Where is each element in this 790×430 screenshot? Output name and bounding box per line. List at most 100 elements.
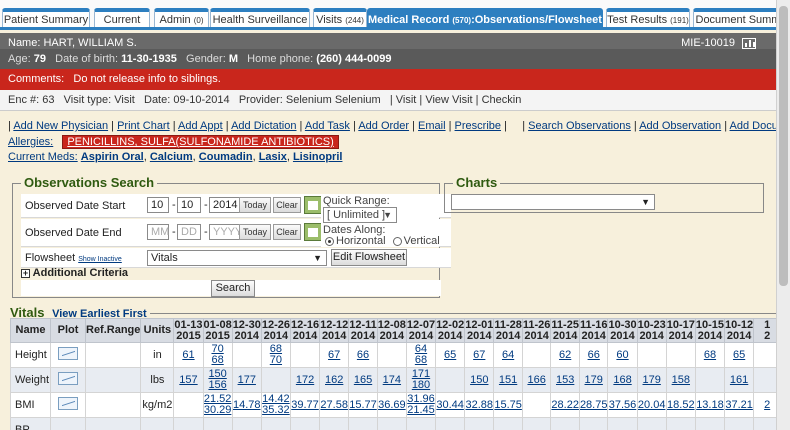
vital-value-link[interactable]: 180 bbox=[407, 380, 434, 391]
vital-value-link[interactable]: 66 bbox=[580, 349, 607, 361]
med-lasix[interactable]: Lasix bbox=[259, 151, 287, 163]
vital-value-link[interactable]: 14.78 bbox=[233, 399, 260, 411]
date-col-header[interactable]: 11-16 2014 bbox=[578, 318, 609, 343]
additional-criteria-row[interactable]: + Additional Criteria bbox=[21, 267, 451, 280]
vital-value-link[interactable]: 20.04 bbox=[638, 399, 665, 411]
vital-value-link[interactable]: 36.69 bbox=[378, 399, 405, 411]
vital-value-link[interactable]: 61 bbox=[175, 349, 202, 361]
vital-value-link[interactable]: 68 bbox=[407, 355, 434, 366]
date-col-header[interactable]: 10-17 2014 bbox=[665, 318, 696, 343]
date-col-header[interactable]: 12-16 2014 bbox=[289, 318, 321, 343]
vital-value-link[interactable]: 67 bbox=[466, 349, 493, 361]
line-chart-icon[interactable] bbox=[58, 372, 78, 385]
start-today-button[interactable]: Today bbox=[239, 197, 271, 213]
allergies-value[interactable]: PENICILLINS, SULFA(SULFONAMIDE ANTIBIOTI… bbox=[62, 135, 339, 149]
action-link-add-observation[interactable]: Add Observation bbox=[639, 120, 721, 132]
vital-value-link[interactable]: 64 bbox=[495, 349, 522, 361]
vital-value-link[interactable]: 66 bbox=[350, 349, 377, 361]
tab-visits[interactable]: Visits (244) bbox=[313, 8, 367, 27]
horizontal-radio[interactable] bbox=[325, 236, 334, 246]
action-link-add-dictation[interactable]: Add Dictation bbox=[231, 120, 296, 132]
vital-value-link[interactable]: 65 bbox=[437, 349, 464, 361]
allergies-label[interactable]: Allergies: bbox=[8, 136, 53, 148]
end-day-input[interactable]: DD bbox=[177, 224, 201, 240]
date-col-header[interactable]: 12-07 2014 bbox=[405, 318, 437, 343]
date-col-header[interactable]: 01-08 2015 bbox=[202, 318, 233, 343]
tab-health-surveillance[interactable]: Health Surveillance bbox=[210, 8, 310, 27]
end-year-input[interactable]: YYYY bbox=[209, 224, 242, 240]
date-col-header[interactable]: 11-26 2014 bbox=[521, 318, 552, 343]
vital-value-link[interactable]: 67 bbox=[321, 349, 348, 361]
start-clear-button[interactable]: Clear bbox=[273, 197, 301, 213]
flowsheet-select[interactable]: Vitals ▼ bbox=[147, 250, 327, 266]
visit-links[interactable]: | Visit | View Visit | Checkin bbox=[390, 94, 521, 106]
vital-value-link[interactable]: 32.88 bbox=[466, 399, 493, 411]
action-link-prescribe[interactable]: Prescribe bbox=[455, 120, 501, 132]
tab-document-summ[interactable]: Document Summ bbox=[693, 8, 776, 27]
date-col-header[interactable]: 12-08 2014 bbox=[376, 318, 407, 343]
date-col-header[interactable]: 01-13 2015 bbox=[173, 318, 204, 343]
vital-value-link[interactable]: 165 bbox=[350, 374, 377, 386]
vital-value-link[interactable]: 179 bbox=[638, 374, 665, 386]
vital-value-link[interactable]: 158 bbox=[667, 374, 694, 386]
expand-plus-icon[interactable]: + bbox=[21, 268, 30, 278]
action-link-add-order[interactable]: Add Order bbox=[358, 120, 409, 132]
vital-value-link[interactable]: 27.58 bbox=[321, 399, 348, 411]
vital-value-link[interactable]: 35.32 bbox=[262, 405, 289, 416]
vital-value-link[interactable]: 156 bbox=[204, 380, 231, 391]
vital-value-link[interactable]: 177 bbox=[233, 374, 260, 386]
line-chart-icon[interactable] bbox=[58, 397, 78, 410]
vital-value-link[interactable]: 21.45 bbox=[407, 405, 434, 416]
edit-flowsheet-button[interactable]: Edit Flowsheet bbox=[331, 249, 407, 266]
start-month-input[interactable]: 10 bbox=[147, 197, 169, 213]
date-col-header[interactable]: 12-26 2014 bbox=[260, 318, 291, 343]
date-col-header[interactable]: 12-11 2014 bbox=[348, 318, 378, 343]
vital-value-link[interactable]: 166 bbox=[523, 374, 550, 386]
vital-value-link[interactable]: 162 bbox=[321, 374, 348, 386]
date-col-header[interactable]: 12-30 2014 bbox=[231, 318, 262, 343]
med-calcium[interactable]: Calcium bbox=[150, 151, 193, 163]
tab-current[interactable]: Current bbox=[94, 8, 150, 27]
end-month-input[interactable]: MM bbox=[147, 224, 169, 240]
vital-value-link[interactable]: 37.21 bbox=[726, 399, 753, 411]
action-link-add-appt[interactable]: Add Appt bbox=[178, 120, 223, 132]
tab-admin[interactable]: Admin (0) bbox=[154, 8, 209, 27]
start-day-input[interactable]: 10 bbox=[177, 197, 201, 213]
end-today-button[interactable]: Today bbox=[239, 224, 271, 240]
vital-value-link[interactable]: 70 bbox=[262, 355, 289, 366]
bar-chart-icon[interactable] bbox=[742, 37, 756, 49]
date-col-header[interactable]: 10-30 2014 bbox=[607, 318, 638, 343]
vital-value-link[interactable]: 68 bbox=[696, 349, 723, 361]
vital-value-link[interactable]: 68 bbox=[204, 355, 231, 366]
calendar-icon[interactable] bbox=[304, 223, 322, 241]
vital-value-link[interactable]: 168 bbox=[609, 374, 636, 386]
date-col-header[interactable]: 11-28 2014 bbox=[493, 318, 523, 343]
charts-select[interactable]: ▼ bbox=[451, 194, 655, 210]
date-col-header[interactable]: 10-15 2014 bbox=[694, 318, 726, 343]
vital-value-link[interactable]: 153 bbox=[552, 374, 579, 386]
line-chart-icon[interactable] bbox=[58, 347, 78, 360]
search-button[interactable]: Search bbox=[211, 280, 255, 297]
tab-patient-summary[interactable]: Patient Summary bbox=[2, 8, 90, 27]
vertical-radio[interactable] bbox=[392, 236, 402, 246]
vital-value-link[interactable]: 161 bbox=[726, 374, 753, 386]
action-link-search-observations[interactable]: Search Observations bbox=[528, 120, 631, 132]
vital-value-link[interactable]: 60 bbox=[609, 349, 636, 361]
action-link-print-chart[interactable]: Print Chart bbox=[117, 120, 170, 132]
scrollbar-thumb[interactable] bbox=[779, 6, 788, 286]
date-col-header[interactable]: 10-12 2014 bbox=[724, 318, 755, 343]
med-coumadin[interactable]: Coumadin bbox=[199, 151, 253, 163]
vital-value-link[interactable]: 15.75 bbox=[495, 399, 522, 411]
calendar-icon[interactable] bbox=[304, 196, 322, 214]
vital-value-link[interactable]: 28.75 bbox=[580, 399, 607, 411]
vital-value-link[interactable]: 179 bbox=[580, 374, 607, 386]
end-clear-button[interactable]: Clear bbox=[273, 224, 301, 240]
date-col-header[interactable]: 11-25 2014 bbox=[550, 318, 580, 343]
action-link-email[interactable]: Email bbox=[418, 120, 446, 132]
date-col-header[interactable]: 12-02 2014 bbox=[435, 318, 466, 343]
tab-medical-record[interactable]: Medical Record (570):Observations/Flowsh… bbox=[367, 8, 603, 27]
current-meds-label[interactable]: Current Meds: bbox=[8, 151, 78, 163]
vertical-scrollbar[interactable] bbox=[776, 0, 790, 430]
vital-value-link[interactable]: 174 bbox=[378, 374, 405, 386]
date-col-header[interactable]: 10-23 2014 bbox=[636, 318, 667, 343]
